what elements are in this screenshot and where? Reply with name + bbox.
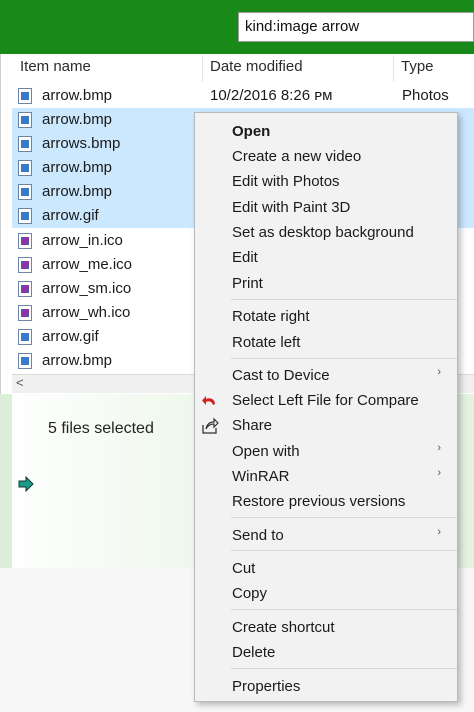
ico-file-icon (18, 233, 32, 249)
menu-item-label: Open with (232, 443, 300, 460)
menu-item-edit-with-paint3d[interactable]: Edit with Paint 3D (195, 196, 457, 220)
menu-item-label: Cast to Device (232, 367, 330, 384)
file-name: arrow_wh.ico (42, 304, 131, 321)
ico-file-icon (18, 281, 32, 297)
context-menu: Open Create a new video Edit with Photos… (194, 112, 458, 702)
bitmap-file-icon (18, 112, 32, 128)
menu-item-rotate-right[interactable]: Rotate right (195, 305, 457, 329)
menu-separator (231, 358, 457, 359)
menu-item-cast-to-device[interactable]: Cast to Device › (195, 364, 457, 388)
menu-item-create-video[interactable]: Create a new video (195, 145, 457, 169)
chevron-right-icon: › (437, 526, 441, 538)
menu-separator (231, 299, 457, 300)
menu-item-label: Print (232, 275, 263, 292)
menu-item-label: Create shortcut (232, 619, 335, 636)
file-row[interactable]: arrow.bmp 10/2/2016 8:26 ᴘᴍ Photos (12, 84, 474, 108)
chevron-right-icon: › (437, 442, 441, 454)
menu-item-print[interactable]: Print (195, 272, 457, 296)
column-header-name[interactable]: Item name (20, 58, 91, 80)
menu-item-copy[interactable]: Copy (195, 582, 457, 606)
bitmap-file-icon (18, 136, 32, 152)
file-name: arrow.gif (42, 328, 99, 345)
menu-item-label: Edit (232, 249, 258, 266)
file-name: arrow_me.ico (42, 256, 133, 273)
gif-file-icon (18, 329, 32, 345)
bitmap-file-icon (18, 184, 32, 200)
chevron-right-icon: › (437, 467, 441, 479)
menu-item-winrar[interactable]: WinRAR › (195, 465, 457, 489)
search-input[interactable]: kind:image arrow (238, 12, 474, 42)
menu-item-share[interactable]: Share (195, 414, 457, 438)
column-divider[interactable] (202, 56, 203, 82)
menu-item-label: Delete (232, 644, 276, 661)
menu-separator (231, 550, 457, 551)
column-header-date[interactable]: Date modified (210, 58, 303, 80)
menu-item-properties[interactable]: Properties (195, 675, 457, 699)
menu-item-label: Edit with Photos (232, 173, 340, 190)
menu-item-open[interactable]: Open (195, 120, 457, 144)
scroll-left-arrow-icon[interactable]: < (16, 375, 24, 390)
file-name: arrows.bmp (42, 135, 121, 152)
menu-item-label: Copy (232, 585, 268, 602)
menu-item-send-to[interactable]: Send to › (195, 524, 457, 548)
ico-file-icon (18, 257, 32, 273)
menu-item-label: Properties (232, 678, 301, 695)
file-name: arrow.bmp (42, 352, 113, 369)
menu-item-label: Select Left File for Compare (232, 392, 419, 409)
chevron-right-icon: › (437, 366, 441, 378)
selection-count: 5 files selected (48, 420, 154, 437)
file-name: arrow.bmp (42, 87, 113, 104)
menu-item-label: Restore previous versions (232, 493, 406, 510)
menu-item-open-with[interactable]: Open with › (195, 440, 457, 464)
menu-item-edit[interactable]: Edit (195, 246, 457, 270)
menu-separator (231, 609, 457, 610)
file-name: arrow.gif (42, 207, 99, 224)
menu-item-label: Set as desktop background (232, 224, 414, 241)
column-header-type[interactable]: Type (401, 58, 434, 80)
file-name: arrow.bmp (42, 183, 113, 200)
bitmap-file-icon (18, 160, 32, 176)
menu-item-label: Create a new video (232, 148, 362, 165)
menu-item-edit-with-photos[interactable]: Edit with Photos (195, 170, 457, 194)
file-name: arrow.bmp (42, 159, 113, 176)
share-icon (202, 417, 219, 434)
menu-item-label: Cut (232, 560, 256, 577)
file-type: Photos (402, 87, 449, 104)
menu-item-cut[interactable]: Cut (195, 557, 457, 581)
menu-item-label: Open (232, 123, 271, 140)
menu-item-label: Edit with Paint 3D (232, 199, 351, 216)
menu-item-label: Rotate left (232, 334, 301, 351)
column-divider[interactable] (393, 56, 394, 82)
file-name: arrow_sm.ico (42, 280, 132, 297)
gif-file-icon (18, 208, 32, 224)
menu-separator (231, 668, 457, 669)
menu-item-label: Rotate right (232, 308, 310, 325)
menu-item-select-left-file-compare[interactable]: Select Left File for Compare (195, 389, 457, 413)
menu-item-delete[interactable]: Delete (195, 641, 457, 665)
menu-item-restore-previous-versions[interactable]: Restore previous versions (195, 490, 457, 514)
compare-undo-icon (202, 396, 215, 405)
menu-item-rotate-left[interactable]: Rotate left (195, 331, 457, 355)
menu-item-label: Share (232, 417, 273, 434)
menu-item-create-shortcut[interactable]: Create shortcut (195, 616, 457, 640)
ico-file-icon (18, 305, 32, 321)
bitmap-file-icon (18, 88, 32, 104)
file-date: 10/2/2016 8:26 ᴘᴍ (210, 87, 333, 104)
menu-item-set-desktop-background[interactable]: Set as desktop background (195, 221, 457, 245)
file-name: arrow.bmp (42, 111, 113, 128)
file-name: arrow_in.ico (42, 232, 123, 249)
bitmap-file-icon (18, 353, 32, 369)
arrow-right-icon (18, 476, 34, 492)
menu-item-label: Send to (232, 527, 284, 544)
menu-item-label: WinRAR (232, 468, 290, 485)
navigation-pane-edge (0, 394, 12, 568)
menu-separator (231, 517, 457, 518)
